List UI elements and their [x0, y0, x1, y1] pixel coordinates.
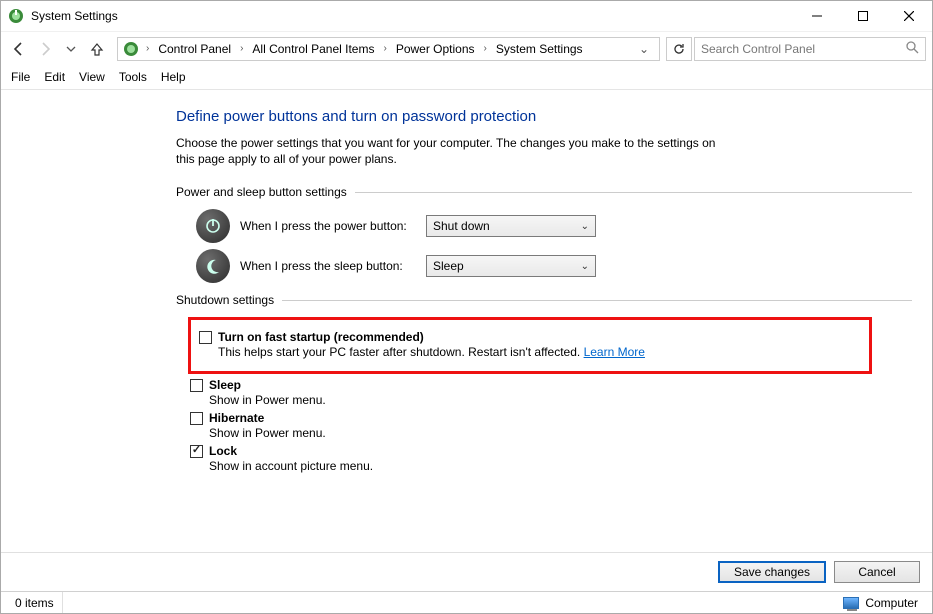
- navbar: › Control Panel › All Control Panel Item…: [1, 31, 932, 65]
- search-input[interactable]: [701, 42, 906, 56]
- power-icon: [196, 209, 230, 243]
- section-power-sleep: Power and sleep button settings: [176, 185, 912, 199]
- checkbox-lock[interactable]: [190, 445, 203, 458]
- menu-tools[interactable]: Tools: [119, 70, 147, 84]
- search-box[interactable]: [694, 37, 926, 61]
- menu-view[interactable]: View: [79, 70, 105, 84]
- computer-icon: [843, 597, 859, 609]
- power-button-label: When I press the power button:: [240, 219, 416, 233]
- checkbox-description: This helps start your PC faster after sh…: [218, 345, 861, 359]
- statusbar: 0 items Computer: [1, 591, 932, 613]
- breadcrumb[interactable]: › Control Panel › All Control Panel Item…: [117, 37, 660, 61]
- rule: [282, 300, 912, 301]
- menu-edit[interactable]: Edit: [44, 70, 65, 84]
- chevron-down-icon: ⌄: [581, 261, 589, 272]
- sleep-button-label: When I press the sleep button:: [240, 259, 416, 273]
- checkbox-description: Show in account picture menu.: [209, 459, 912, 473]
- content-area: Define power buttons and turn on passwor…: [1, 90, 932, 552]
- sleep-icon: [196, 249, 230, 283]
- menu-help[interactable]: Help: [161, 70, 186, 84]
- page-description: Choose the power settings that you want …: [176, 135, 736, 167]
- section-shutdown: Shutdown settings: [176, 293, 912, 307]
- minimize-button[interactable]: [794, 1, 840, 31]
- status-computer: Computer: [835, 592, 926, 613]
- chevron-down-icon[interactable]: ⌄: [639, 42, 655, 56]
- maximize-button[interactable]: [840, 1, 886, 31]
- chevron-right-icon: ›: [381, 43, 388, 54]
- back-button[interactable]: [7, 37, 31, 61]
- breadcrumb-item[interactable]: Power Options: [393, 42, 478, 56]
- window-title: System Settings: [31, 9, 118, 23]
- status-items: 0 items: [7, 592, 63, 613]
- highlight-box: Turn on fast startup (recommended) This …: [188, 317, 872, 374]
- breadcrumb-item[interactable]: Control Panel: [155, 42, 234, 56]
- chevron-down-icon: ⌄: [581, 221, 589, 232]
- titlebar: System Settings: [1, 1, 932, 31]
- checkbox-label: Hibernate: [209, 411, 264, 425]
- forward-button[interactable]: [33, 37, 57, 61]
- checkbox-description: Show in Power menu.: [209, 426, 912, 440]
- footer: Save changes Cancel: [1, 552, 932, 591]
- checkbox-label: Turn on fast startup (recommended): [218, 330, 424, 344]
- power-button-row: When I press the power button: Shut down…: [196, 209, 912, 243]
- rule: [355, 192, 912, 193]
- section-title: Power and sleep button settings: [176, 185, 347, 199]
- save-button[interactable]: Save changes: [718, 561, 826, 583]
- search-icon[interactable]: [906, 41, 919, 57]
- cancel-button[interactable]: Cancel: [834, 561, 920, 583]
- checkbox-fast-startup[interactable]: [199, 331, 212, 344]
- checkbox-label: Lock: [209, 444, 237, 458]
- section-title: Shutdown settings: [176, 293, 274, 307]
- breadcrumb-icon: [122, 40, 140, 58]
- checkbox-label: Sleep: [209, 378, 241, 392]
- up-button[interactable]: [85, 37, 109, 61]
- breadcrumb-item[interactable]: System Settings: [493, 42, 586, 56]
- app-icon: [7, 7, 25, 25]
- chevron-right-icon: ›: [238, 43, 245, 54]
- recent-dropdown[interactable]: [59, 37, 83, 61]
- refresh-button[interactable]: [666, 37, 692, 61]
- power-button-dropdown[interactable]: Shut down ⌄: [426, 215, 596, 237]
- close-button[interactable]: [886, 1, 932, 31]
- breadcrumb-item[interactable]: All Control Panel Items: [249, 42, 377, 56]
- menu-file[interactable]: File: [11, 70, 30, 84]
- checkbox-sleep[interactable]: [190, 379, 203, 392]
- chevron-right-icon: ›: [482, 43, 489, 54]
- dropdown-value: Shut down: [433, 219, 490, 233]
- dropdown-value: Sleep: [433, 259, 464, 273]
- checkbox-hibernate[interactable]: [190, 412, 203, 425]
- sleep-button-row: When I press the sleep button: Sleep ⌄: [196, 249, 912, 283]
- chevron-right-icon: ›: [144, 43, 151, 54]
- menubar: File Edit View Tools Help: [1, 65, 932, 89]
- checkbox-description: Show in Power menu.: [209, 393, 912, 407]
- page-heading: Define power buttons and turn on passwor…: [176, 108, 912, 125]
- sleep-button-dropdown[interactable]: Sleep ⌄: [426, 255, 596, 277]
- learn-more-link[interactable]: Learn More: [584, 345, 645, 359]
